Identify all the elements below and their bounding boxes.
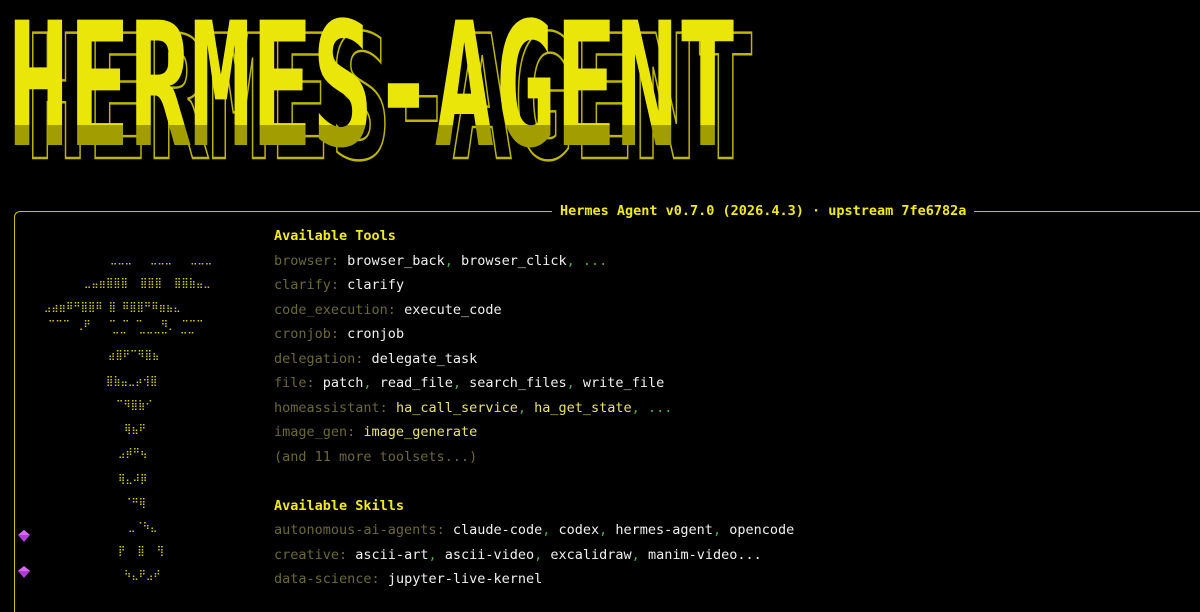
list-item-name: jupyter-live-kernel: [387, 571, 543, 587]
banner-logo: HERMES-AGENT HERMES-AGENT HERMES-AGENT: [8, 0, 757, 200]
category-label: clarify: [274, 277, 331, 293]
category-colon: :: [371, 571, 388, 587]
hermes-agent-banner: HERMES-AGENT HERMES-AGENT HERMES-AGENT: [0, 0, 1200, 200]
art-line: ⣿⣷⣤⣀⡴⢺⣿: [106, 376, 158, 387]
list-item-name: clarify: [347, 277, 405, 293]
list-item: code_execution: execute_code: [274, 300, 1194, 325]
category-colon: :: [330, 326, 348, 342]
art-line: ⢿⣄⠼⡿: [118, 474, 148, 485]
art-line: ⣠⡾⠛⢦: [118, 448, 148, 459]
art-line: ⠒⠒⠒ ⠒⠒⠒ ⠒⠒⠒: [110, 260, 213, 271]
list-item-name: ascii-art: [355, 546, 429, 563]
art-line: ⠈⠛⢿: [124, 498, 146, 509]
list-item-name: manim-video...: [647, 546, 762, 563]
category-colon: :: [330, 277, 348, 293]
category-label: data-science: [274, 571, 372, 587]
list-item-name: write_file: [582, 375, 665, 391]
list-item-name: image_generate: [363, 424, 478, 440]
item-separator: ,: [363, 375, 380, 391]
more-toolsets-note: (and 11 more toolsets...): [274, 448, 478, 465]
item-separator: ,: [631, 399, 648, 416]
list-item-name: search_files: [469, 375, 567, 391]
category-label: autonomous-ai-agents: [274, 522, 437, 538]
purple-gem-icon: [18, 530, 30, 542]
category-label: homeassistant: [274, 399, 380, 416]
category-label: delegation: [274, 350, 356, 367]
list-item-name: ha_get_state: [534, 399, 632, 416]
more-ellipsis: ...: [647, 399, 673, 416]
category-colon: :: [347, 424, 364, 440]
art-line: ⠉⠉⠉ ⢀⠟ ⠉ ⠉ ⠉ ⠻⡀ ⠉⠉⠉: [48, 320, 204, 331]
list-item-name: opencode: [729, 522, 795, 538]
category-label: file: [274, 375, 307, 391]
item-separator: ,: [452, 375, 470, 391]
list-item-name: read_file: [379, 375, 453, 391]
list-item-name: ha_call_service: [395, 399, 518, 416]
caduceus-ascii-art: ⠒⠒⠒ ⠒⠒⠒ ⠒⠒⠒ ⣀⣤⣶⣿⣿⣿ ⣿⣿⣿ ⣿⣿⣷⣤⣀ ⣠⣴⣶⠿⠛⣿⣿⠿ ⣿ …: [20, 248, 260, 588]
art-line: ⢿⣦⠟: [124, 424, 146, 435]
list-item-name: codex: [558, 522, 600, 538]
category-label: browser: [274, 252, 331, 269]
item-separator: ,: [712, 522, 730, 538]
panel-title: Hermes Agent v0.7.0 (2026.4.3) · upstrea…: [552, 202, 975, 220]
item-separator: ,: [599, 522, 616, 538]
category-colon: :: [387, 301, 405, 318]
item-separator: ,: [444, 252, 461, 269]
list-item-name: claude-code: [452, 522, 543, 538]
list-item-name: hermes-agent: [615, 522, 713, 538]
item-separator: ,: [517, 399, 535, 416]
category-colon: :: [330, 252, 348, 269]
list-item-name: execute_code: [404, 301, 502, 318]
category-colon: :: [339, 546, 356, 563]
list-item-name: cronjob: [347, 326, 405, 342]
art-line: ⣀⠈⠳⣄: [128, 522, 158, 533]
list-item: file: patch, read_file, search_files, wr…: [274, 373, 1194, 398]
art-line: ⠉⠻⣿⣷⠊: [116, 400, 153, 411]
list-item-name: browser_click: [460, 252, 567, 269]
art-line: ⠳⣄⠟⣠⠞: [124, 570, 161, 581]
list-item-name: excalidraw: [550, 546, 632, 563]
item-separator: ,: [566, 252, 583, 269]
list-item: cronjob: cronjob: [274, 324, 1194, 349]
list-item: delegation: delegate_task: [274, 349, 1194, 374]
list-item-name: browser_back: [347, 252, 445, 269]
item-separator: ,: [631, 546, 648, 563]
list-item: homeassistant: ha_call_service, ha_get_s…: [274, 398, 1194, 423]
item-separator: ,: [428, 546, 445, 563]
list-item: image_gen: image_generate: [274, 422, 1194, 447]
category-colon: :: [355, 350, 372, 367]
skills-list: autonomous-ai-agents: claude-code, codex…: [274, 520, 1194, 594]
item-separator: ,: [566, 375, 583, 391]
category-colon: :: [379, 399, 396, 416]
art-line: ⠉⠉ ⠉⠉⠉⠉ ⠉⠉: [112, 332, 195, 343]
art-line: ⣴⣿⠟⠉⠻⣿⣦: [108, 350, 160, 361]
category-label: image_gen: [274, 424, 348, 440]
list-item: clarify: clarify: [274, 275, 1194, 300]
item-separator: ,: [534, 546, 551, 563]
tools-list: browser: browser_back, browser_click, ..…: [274, 251, 1194, 447]
category-label: code_execution: [274, 301, 388, 318]
panel-content: Available Tools browser: browser_back, b…: [274, 226, 1194, 594]
more-ellipsis: ...: [582, 252, 608, 269]
list-item: browser: browser_back, browser_click, ..…: [274, 251, 1194, 276]
list-item-name: patch: [322, 375, 364, 391]
list-item-name: ascii-video: [444, 546, 535, 563]
category-colon: :: [436, 522, 453, 538]
art-line: ⣀⣤⣶⣿⣿⣿ ⣿⣿⣿ ⣿⣿⣷⣤⣀: [84, 278, 211, 289]
purple-gem-icon: [18, 566, 30, 578]
list-item: creative: ascii-art, ascii-video, excali…: [274, 545, 1194, 570]
category-label: cronjob: [274, 326, 331, 342]
list-item: autonomous-ai-agents: claude-code, codex…: [274, 520, 1194, 545]
list-item-name: delegate_task: [371, 350, 478, 367]
category-label: creative: [274, 546, 340, 563]
item-separator: ,: [542, 522, 559, 538]
category-colon: :: [306, 375, 323, 391]
art-line: ⣠⣴⣶⠿⠛⣿⣿⠿ ⣿ ⠿⣿⣿⠛⠿⣶⣦⣄: [44, 302, 181, 313]
tools-heading: Available Tools: [274, 228, 396, 244]
art-line: ⡟ ⣿ ⢻: [118, 546, 165, 557]
skills-heading: Available Skills: [274, 497, 405, 514]
list-item: data-science: jupyter-live-kernel: [274, 569, 1194, 594]
